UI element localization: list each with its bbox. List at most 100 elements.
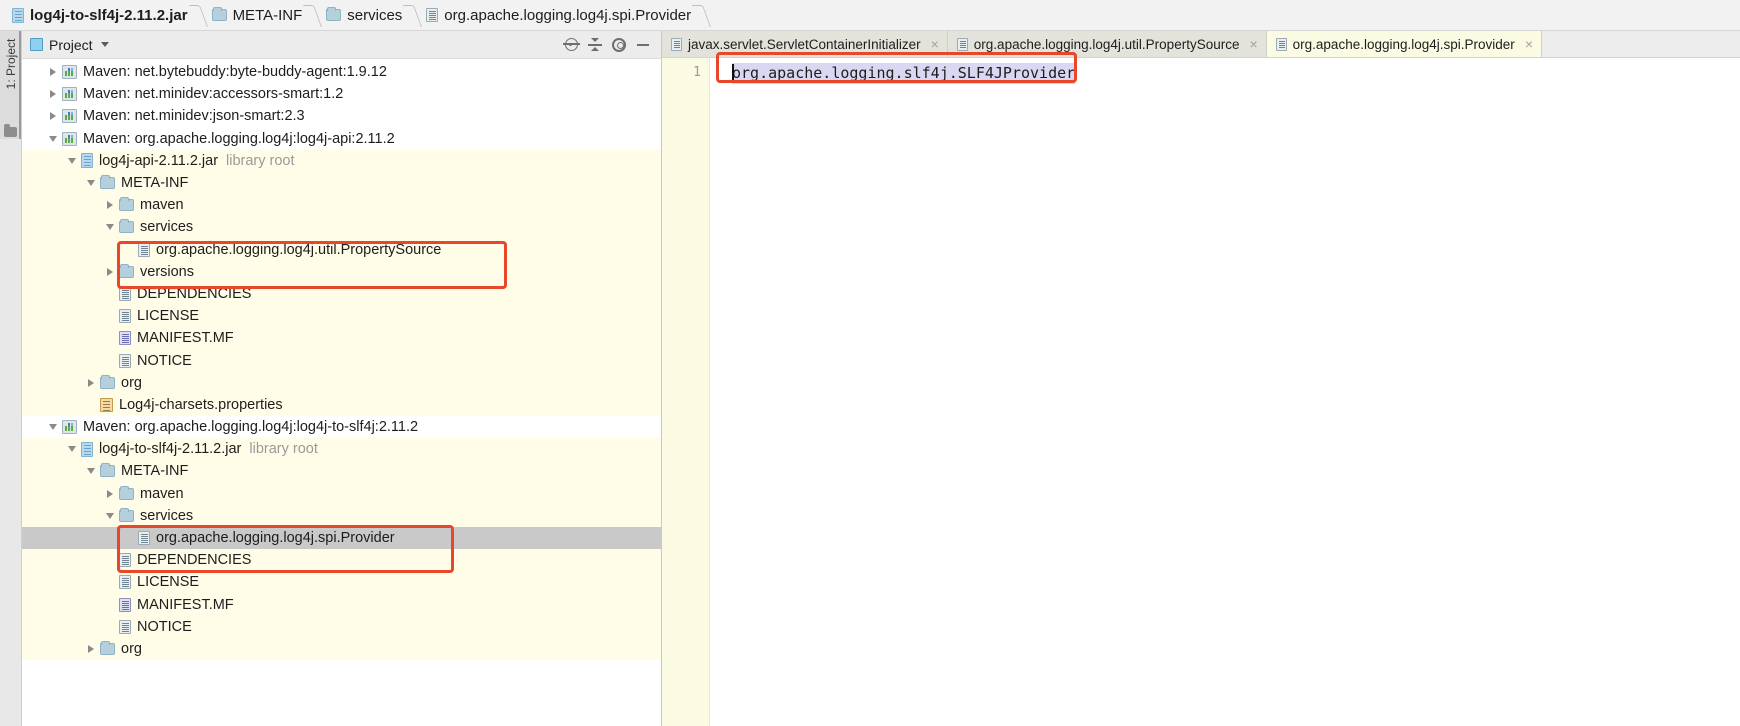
editor-pane[interactable]: 1 org.apache.logging.slf4j.SLF4JProvider [662,52,1740,726]
tree-twisty-placeholder [101,571,119,593]
properties-icon [100,397,113,412]
tree-row[interactable]: org.apache.logging.log4j.util.PropertySo… [22,238,661,261]
tab-file-icon [671,37,682,51]
folder-icon [119,219,134,234]
tree-row-label: LICENSE [137,308,200,325]
breadcrumb-item-1[interactable]: META-INF [206,0,307,30]
tree-row-label: maven [140,197,184,214]
project-panel-title-label: Project [49,36,93,53]
tree-row[interactable]: services [22,216,661,239]
editor-tab-1[interactable]: org.apache.logging.log4j.util.PropertySo… [947,31,1267,57]
editor-tab-bar: javax.servlet.ServletContainerInitialize… [662,31,1740,58]
tree-row[interactable]: Maven: net.minidev:json-smart:2.3 [22,105,661,127]
tree-row-label: META-INF [121,463,189,480]
collapse-arrow-icon[interactable] [44,416,62,438]
breadcrumb-item-0[interactable]: log4j-to-slf4j-2.11.2.jar [6,0,192,30]
expand-arrow-icon[interactable] [82,638,100,660]
tree-row[interactable]: maven [22,482,661,505]
tree-row[interactable]: versions [22,260,661,283]
code-line-1[interactable]: org.apache.logging.slf4j.SLF4JProvider [732,63,1076,84]
breadcrumb-item-2[interactable]: services [320,0,406,30]
project-square-icon [30,38,43,51]
editor-code-area[interactable]: org.apache.logging.slf4j.SLF4JProvider [710,52,1740,726]
editor-tab-2[interactable]: org.apache.logging.log4j.spi.Provider × [1266,31,1542,57]
collapse-arrow-icon[interactable] [82,172,100,194]
tree-twisty-placeholder [82,394,100,416]
tree-row[interactable]: DEPENDENCIES [22,282,661,306]
file-icon [138,531,150,546]
tree-row[interactable]: Maven: org.apache.logging.log4j:log4j-to… [22,416,661,438]
tree-row-label: versions [140,263,194,280]
tree-row[interactable]: org [22,371,661,394]
file-icon [119,309,131,324]
breadcrumb-item-label: services [347,6,403,24]
tool-strip-label[interactable]: 1: Project [0,34,22,94]
expand-arrow-icon[interactable] [44,83,62,105]
tree-row[interactable]: LICENSE [22,305,661,328]
close-icon[interactable]: × [1249,36,1257,52]
expand-arrow-icon[interactable] [101,483,119,505]
tree-row[interactable]: Maven: net.minidev:accessors-smart:1.2 [22,83,661,105]
tree-row-label: services [140,507,194,524]
maven-icon [62,131,77,146]
tab-file-icon [956,37,968,51]
tree-row[interactable]: META-INF [22,460,661,483]
tree-row-label: org.apache.logging.log4j.util.PropertySo… [156,241,442,258]
breadcrumb-item-label: META-INF [232,6,303,24]
gear-icon[interactable] [607,33,631,57]
expand-arrow-icon[interactable] [44,105,62,127]
breadcrumb-item-3[interactable]: org.apache.logging.log4j.spi.Provider [420,0,695,30]
close-icon[interactable]: × [931,36,939,52]
minimize-icon[interactable] [631,33,655,57]
chevron-down-icon[interactable] [100,42,109,47]
project-tree[interactable]: Maven: net.bytebuddy:byte-buddy-agent:1.… [22,59,661,726]
project-panel-header: Project [22,31,661,59]
tree-row[interactable]: DEPENDENCIES [22,549,661,572]
collapse-arrow-icon[interactable] [82,460,100,482]
code-text[interactable]: org.apache.logging.slf4j.SLF4JProvider [732,63,1076,84]
expand-arrow-icon[interactable] [101,194,119,216]
tree-row[interactable]: NOTICE [22,349,661,372]
tree-row[interactable]: log4j-api-2.11.2.jar library root [22,149,661,172]
project-panel-title[interactable]: Project [30,37,109,53]
tree-row[interactable]: org [22,637,661,661]
collapse-all-icon[interactable] [583,33,607,57]
collapse-arrow-icon[interactable] [44,128,62,150]
expand-arrow-icon[interactable] [101,261,119,283]
file-icon [426,8,439,22]
folder-icon [119,263,134,278]
collapse-arrow-icon[interactable] [101,216,119,238]
close-icon[interactable]: × [1525,36,1533,52]
tree-row[interactable]: NOTICE [22,615,661,638]
jar-icon [12,7,24,23]
collapse-arrow-icon[interactable] [63,150,81,172]
tree-row[interactable]: services [22,504,661,527]
expand-arrow-icon[interactable] [44,61,62,83]
collapse-arrow-icon[interactable] [63,438,81,460]
tree-row-label: services [140,219,194,236]
editor-tab-0[interactable]: javax.servlet.ServletContainerInitialize… [662,31,948,57]
collapse-arrow-icon[interactable] [101,505,119,527]
expand-arrow-icon[interactable] [82,372,100,394]
tree-twisty-placeholder [101,594,119,616]
tree-row[interactable]: log4j-to-slf4j-2.11.2.jar library root [22,438,661,461]
tree-row[interactable]: META-INF [22,171,661,195]
tree-row-sublabel: library root [226,152,295,169]
file-icon [119,286,131,301]
tree-twisty-placeholder [101,327,119,349]
tree-row[interactable]: org.apache.logging.log4j.spi.Provider [22,526,661,550]
locate-icon[interactable] [559,33,583,57]
tree-row[interactable]: Maven: org.apache.logging.log4j:log4j-ap… [22,128,661,150]
tree-row[interactable]: Maven: net.bytebuddy:byte-buddy-agent:1.… [22,61,661,83]
text-caret [732,64,734,83]
tree-row[interactable]: LICENSE [22,571,661,594]
tree-row[interactable]: maven [22,194,661,217]
folder-icon [100,463,115,478]
file-icon [119,553,131,568]
left-tool-window-strip: 1: Project [0,31,22,726]
tree-row[interactable]: Log4j-charsets.properties [22,393,661,416]
tree-row[interactable]: MANIFEST.MF [22,593,661,616]
tree-row[interactable]: MANIFEST.MF [22,327,661,350]
project-folder-icon [4,124,17,137]
tree-row-label: org.apache.logging.log4j.spi.Provider [156,530,395,547]
